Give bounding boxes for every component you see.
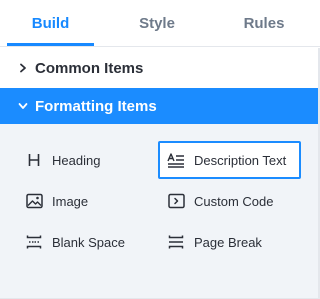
tab-build[interactable]: Build — [7, 0, 94, 46]
item-image-label: Image — [52, 193, 89, 209]
page-break-icon — [166, 232, 186, 252]
description-text-icon — [166, 150, 186, 170]
chevron-right-icon — [15, 60, 31, 76]
item-heading-label: Heading — [52, 152, 101, 168]
item-page-break[interactable]: Page Break — [158, 223, 301, 261]
section-formatting-items[interactable]: Formatting Items — [0, 88, 320, 124]
item-blank-space[interactable]: Blank Space — [16, 223, 158, 261]
heading-icon — [24, 150, 44, 170]
item-custom-code[interactable]: Custom Code — [158, 182, 301, 220]
section-formatting-items-label: Formatting Items — [35, 97, 157, 115]
chevron-down-icon — [15, 98, 31, 114]
item-blank-space-label: Blank Space — [52, 234, 125, 250]
image-icon — [24, 191, 44, 211]
section-common-items-label: Common Items — [35, 59, 144, 77]
tab-style[interactable]: Style — [112, 0, 202, 46]
section-common-items[interactable]: Common Items — [0, 48, 320, 88]
blank-space-icon — [24, 232, 44, 252]
item-image[interactable]: Image — [16, 182, 158, 220]
item-custom-code-label: Custom Code — [194, 193, 274, 209]
item-description-text-label: Description Text — [194, 152, 287, 168]
active-tab-indicator — [7, 43, 94, 46]
item-page-break-label: Page Break — [194, 234, 262, 250]
item-description-text[interactable]: Description Text — [158, 141, 301, 179]
code-icon — [166, 191, 186, 211]
tab-bar: Build Style Rules — [0, 0, 320, 47]
tab-rules[interactable]: Rules — [220, 0, 308, 46]
item-heading[interactable]: Heading — [16, 141, 158, 179]
